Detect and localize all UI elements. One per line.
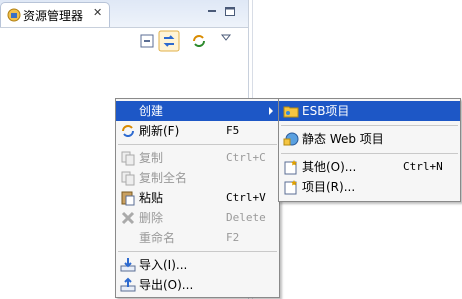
menu-separator: [281, 125, 458, 126]
collapse-all-icon[interactable]: [138, 32, 156, 50]
menu-separator: [118, 144, 277, 145]
static-web-project-icon: [283, 132, 299, 146]
paste-icon: [121, 191, 135, 206]
menu-item-rename[interactable]: 重命名 F2: [116, 228, 279, 248]
menu-item-copy[interactable]: 复制 Ctrl+C: [116, 148, 279, 168]
explorer-icon: [7, 8, 21, 22]
menu-separator: [118, 251, 277, 252]
context-menu: 创建 刷新(F) F5 复制 Ctrl+C 复制全名 粘贴 Ctrl+V 删除 …: [115, 98, 280, 298]
view-menu-icon[interactable]: [220, 32, 232, 44]
maximize-icon[interactable]: [224, 6, 236, 17]
submenu-item-project[interactable]: 项目(R)...: [279, 177, 460, 197]
menu-item-import[interactable]: 导入(I)...: [116, 255, 279, 275]
other-wizard-icon: [284, 160, 297, 175]
menu-item-export[interactable]: 导出(O)...: [116, 275, 279, 295]
view-tab-bar: 资源管理器 ✕: [0, 0, 248, 28]
menu-separator: [281, 153, 458, 154]
submenu-item-other[interactable]: 其他(O)... Ctrl+N: [279, 157, 460, 177]
refresh-icon: [122, 125, 134, 137]
esb-project-icon: [283, 106, 299, 118]
link-with-editor-icon[interactable]: [158, 30, 180, 52]
delete-icon: [121, 211, 135, 225]
copy-icon: [121, 151, 135, 166]
close-icon[interactable]: ✕: [93, 6, 102, 19]
copy-fullname-icon: [121, 171, 135, 186]
minimize-icon[interactable]: [206, 6, 218, 17]
project-wizard-icon: [284, 180, 297, 195]
menu-item-copy-fullname[interactable]: 复制全名: [116, 168, 279, 188]
import-icon: [120, 258, 136, 272]
create-submenu: ESB项目 静态 Web 项目 其他(O)... Ctrl+N 项目(R)...: [278, 98, 461, 202]
sync-icon[interactable]: [190, 32, 208, 50]
menu-item-paste[interactable]: 粘贴 Ctrl+V: [116, 188, 279, 208]
menu-item-create[interactable]: 创建: [116, 101, 279, 121]
tab-resource-explorer[interactable]: 资源管理器 ✕: [0, 2, 110, 27]
export-icon: [120, 277, 136, 292]
menu-item-refresh[interactable]: 刷新(F) F5: [116, 121, 279, 141]
tab-title: 资源管理器: [23, 9, 84, 23]
menu-item-delete[interactable]: 删除 Delete: [116, 208, 279, 228]
submenu-item-static-web-project[interactable]: 静态 Web 项目: [279, 129, 460, 149]
submenu-arrow-icon: [269, 107, 273, 115]
submenu-item-esb-project[interactable]: ESB项目: [279, 101, 460, 121]
